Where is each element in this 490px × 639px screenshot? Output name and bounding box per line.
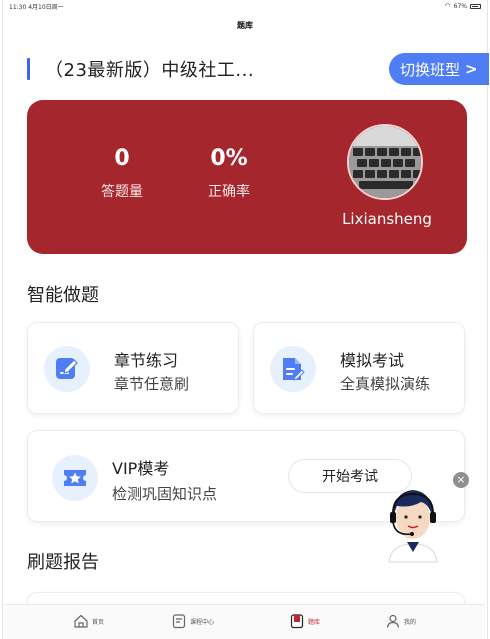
edit-icon: [44, 346, 90, 392]
tab-home-label: 首页: [92, 618, 105, 626]
close-icon[interactable]: ×: [453, 472, 469, 488]
username: Lixiansheng: [342, 210, 432, 228]
status-time-date: 11:30 4月10日周一: [9, 2, 64, 11]
battery-percent: 67%: [453, 2, 467, 10]
tab-course-center-label: 课程中心: [190, 618, 215, 626]
home-icon: [74, 614, 88, 628]
question-bank-icon: [290, 614, 304, 629]
answered-count: 0: [114, 146, 130, 171]
wifi-icon: ◠: [444, 2, 451, 10]
user-icon: [386, 614, 400, 628]
tab-home[interactable]: 首页: [73, 613, 104, 629]
course-icon: [172, 614, 186, 629]
app-screen: 11:30 4月10日周一 ◠ 67% 题库 （23最新版）中级社工... 切换…: [2, 0, 489, 639]
page-title: 题库: [237, 21, 253, 30]
tab-mine-label: 我的: [404, 618, 417, 626]
switch-class-label: 切换班型: [400, 60, 461, 79]
answered-stat: 0 答题量: [89, 146, 155, 201]
vip-mock-subtitle: 检测巩固知识点: [112, 485, 218, 503]
star-ticket-icon: [52, 455, 98, 501]
tab-question-bank-label: 题库: [308, 618, 321, 626]
bottom-tab-bar: 首页 课程中心 题库 我的: [5, 604, 485, 639]
switch-class-button[interactable]: 切换班型 >: [389, 53, 489, 85]
tab-question-bank[interactable]: 题库: [289, 613, 320, 629]
chevron-right-icon: >: [465, 60, 478, 78]
course-title[interactable]: （23最新版）中级社工...: [45, 56, 254, 82]
accuracy-label: 正确率: [208, 184, 250, 200]
answered-label: 答题量: [101, 184, 143, 200]
section-title-report: 刷题报告: [27, 552, 99, 573]
chapter-practice-card[interactable]: 章节练习 章节任意刷: [27, 322, 239, 414]
avatar[interactable]: [347, 124, 423, 200]
vip-mock-title: VIP模考: [112, 459, 170, 478]
status-time: 11:30: [9, 4, 27, 11]
accuracy-value: 0%: [210, 146, 248, 171]
accuracy-stat: 0% 正确率: [193, 146, 265, 201]
section-title-smart: 智能做题: [27, 285, 99, 306]
course-accent-bar: [27, 58, 30, 80]
tab-mine[interactable]: 我的: [385, 613, 416, 629]
battery-icon: [470, 3, 481, 9]
status-right: ◠ 67%: [445, 2, 481, 10]
mock-exam-title: 模拟考试: [340, 351, 405, 370]
document-icon: [270, 346, 316, 392]
status-bar: 11:30 4月10日周一 ◠ 67%: [9, 0, 481, 12]
chapter-practice-subtitle: 章节任意刷: [114, 375, 190, 393]
mock-exam-card[interactable]: 模拟考试 全真模拟演练: [253, 322, 465, 414]
status-date: 4月10日周一: [28, 4, 64, 11]
chapter-practice-title: 章节练习: [114, 351, 179, 370]
tab-course-center[interactable]: 课程中心: [171, 613, 214, 629]
mock-exam-subtitle: 全真模拟演练: [340, 375, 431, 393]
stats-card: 0 答题量 0% 正确率 Lixiansheng: [27, 100, 467, 254]
customer-service-icon[interactable]: [381, 484, 445, 564]
